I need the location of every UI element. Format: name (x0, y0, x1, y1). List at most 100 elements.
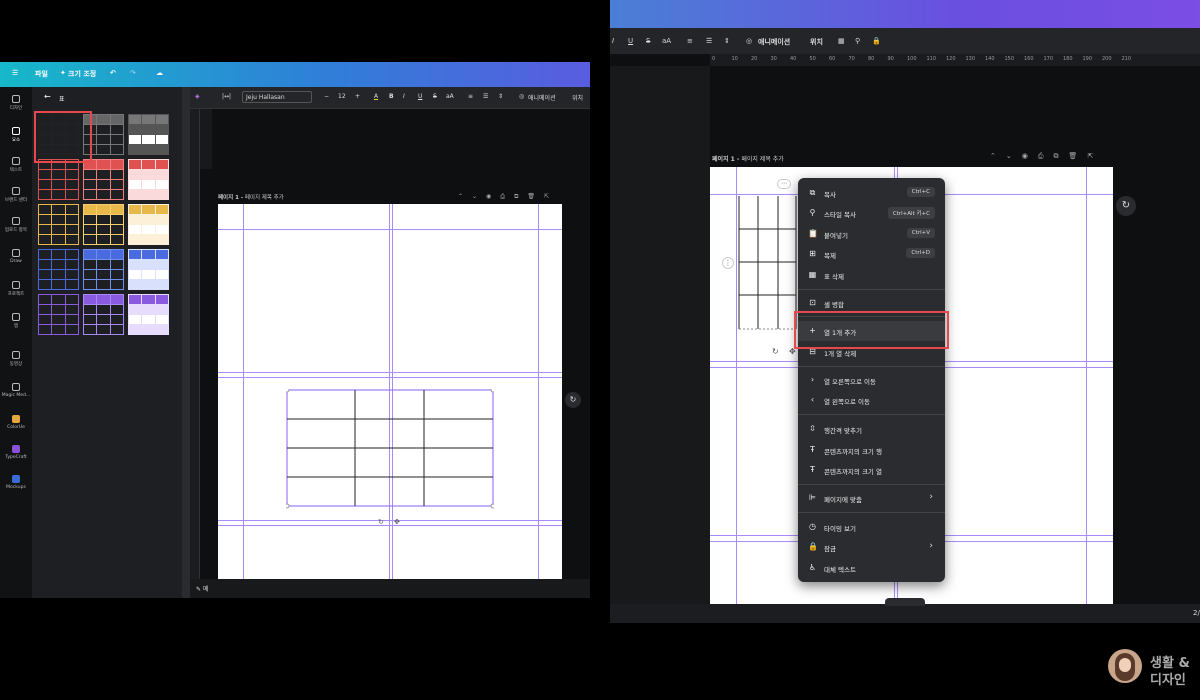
rail-elements[interactable]: 요소 (0, 127, 32, 143)
menu-delete-table[interactable]: ▦ 표 삭제 (798, 265, 945, 285)
file-menu[interactable]: 파일 (35, 69, 48, 79)
resize-icon[interactable]: ✦ (60, 69, 66, 77)
rail-video[interactable]: 동영상 (0, 351, 32, 367)
table-cell (129, 190, 142, 199)
rail-magic-media[interactable]: Magic Med... (0, 383, 32, 398)
table-style-thumbnail[interactable] (128, 114, 169, 155)
font-size-increase[interactable]: + (355, 93, 360, 100)
rail-apps[interactable]: 앱 (0, 313, 32, 329)
table-style-thumbnail[interactable] (38, 159, 79, 200)
font-size-value[interactable]: 12 (338, 93, 346, 100)
menu-copy[interactable]: ⧉ 복사 Ctrl+C (798, 183, 945, 203)
italic-icon[interactable]: I (403, 93, 405, 100)
position-button[interactable]: 위치 (572, 93, 583, 102)
expand-handle[interactable] (885, 598, 925, 606)
menu-timing[interactable]: ◷ 타이밍 보기 (798, 517, 945, 537)
design-page-left[interactable]: ↻ ✥ (218, 204, 562, 579)
menu-duplicate[interactable]: ⊞ 복제 Ctrl+D (798, 244, 945, 264)
table-style-thumbnail[interactable] (128, 294, 169, 335)
align-icon[interactable]: ≡ (687, 37, 693, 45)
menu-merge-cells[interactable]: ⊡ 셀 병합 (798, 293, 945, 313)
underline-icon[interactable]: U (418, 93, 422, 100)
page-title-input[interactable]: 페이지 제목 추가 (245, 195, 284, 201)
table-cell (96, 169, 111, 180)
strikethrough-icon[interactable]: S (646, 37, 650, 45)
animation-button[interactable]: 애니메이션 (528, 93, 556, 102)
back-arrow-icon[interactable]: ← (44, 92, 51, 101)
table-style-thumbnail[interactable] (38, 249, 79, 290)
rail-colorue[interactable]: ColorUe (0, 415, 32, 430)
table-style-thumbnail[interactable] (128, 204, 169, 245)
row-options-icon[interactable]: ⋮ (722, 257, 734, 269)
table-style-thumbnail[interactable] (128, 159, 169, 200)
copy-style-icon[interactable]: ⚲ (855, 37, 860, 45)
table-style-thumbnail[interactable] (38, 294, 79, 335)
rail-text[interactable]: 텍스트 (0, 157, 32, 173)
table-element-right[interactable] (738, 195, 798, 331)
resize-menu[interactable]: 크기 조정 (68, 69, 96, 79)
menu-fit-rows[interactable]: ⇳ 행간격 맞추기 (798, 419, 945, 439)
menu-fit-page[interactable]: ⊫ 페이지에 맞춤 › (798, 488, 945, 508)
table-style-thumbnail[interactable] (82, 204, 125, 245)
page-actions[interactable]: ⌃⌄◉⎙⧉🗑⇱ (458, 193, 558, 201)
align-icon[interactable]: ≡ (468, 93, 473, 100)
position-button[interactable]: 위치 (810, 37, 823, 47)
underline-icon[interactable]: U (628, 37, 633, 45)
table-cell (155, 190, 168, 199)
case-icon[interactable]: aA (662, 37, 671, 45)
page-title-input[interactable]: 페이지 제목 추가 (741, 156, 783, 163)
table-style-thumbnail[interactable] (82, 159, 125, 200)
line-spacing-icon[interactable]: ⇕ (498, 93, 503, 100)
menu-move-left[interactable]: ‹ 열 왼쪽으로 이동 (798, 390, 945, 410)
menu-content-rows[interactable]: Ŧ 콘텐츠까지의 크기 행 (798, 440, 945, 460)
font-select[interactable]: Jeju Hallasan (242, 91, 312, 103)
line-spacing-icon[interactable]: ⇕ (724, 37, 730, 45)
menu-move-right[interactable]: › 열 오른쪽으로 이동 (798, 370, 945, 390)
list-icon[interactable]: ☰ (483, 93, 488, 100)
table-style-thumbnail[interactable] (82, 249, 125, 290)
bold-icon[interactable]: B (389, 93, 394, 100)
refresh-icon[interactable]: ↻ (565, 392, 581, 408)
undo-icon[interactable]: ↶ (110, 69, 116, 77)
animation-icon[interactable]: ◎ (746, 37, 752, 45)
rail-uploads[interactable]: 업로드 항목 (0, 217, 32, 233)
rotate-icon[interactable]: ↻ (772, 347, 779, 356)
page-actions[interactable]: ⌃⌄◉⎙⧉🗑⇱ (990, 152, 1103, 161)
rail-projects[interactable]: 프로젝트 (0, 281, 32, 297)
strikethrough-icon[interactable]: S (433, 93, 437, 100)
panel-scrollbar[interactable] (182, 87, 190, 598)
redo-icon[interactable]: ↷ (130, 69, 136, 77)
column-options-icon[interactable]: ⋯ (777, 179, 791, 189)
table-style-thumbnail[interactable] (82, 294, 125, 335)
menu-lock[interactable]: 🔒 잠금 › (798, 537, 945, 557)
table-element-left[interactable] (286, 389, 494, 509)
rail-design[interactable]: 디자인 (0, 95, 32, 111)
move-icon[interactable]: ✥ (394, 518, 400, 526)
menu-alt-text[interactable]: ♿ 대체 텍스트 (798, 558, 945, 578)
case-icon[interactable]: aA (446, 93, 454, 100)
refresh-icon[interactable]: ↻ (1116, 196, 1136, 216)
animation-icon[interactable]: ◎ (519, 93, 524, 100)
lock-icon[interactable]: 🔒 (872, 37, 881, 45)
font-size-decrease[interactable]: − (324, 93, 329, 100)
menu-icon[interactable]: ☰ (12, 69, 18, 77)
menu-paste[interactable]: 📋 붙여넣기 Ctrl+V (798, 224, 945, 244)
table-style-thumbnail[interactable] (128, 249, 169, 290)
menu-content-cols[interactable]: Ŧ 콘텐츠까지의 크기 열 (798, 460, 945, 480)
menu-style-copy[interactable]: ⚲ 스타일 복사 Ctrl+Alt 키+C (798, 203, 945, 223)
rail-mockups[interactable]: Mockups (0, 475, 32, 490)
rail-typecraft[interactable]: TypeCraft (0, 445, 32, 460)
rail-draw[interactable]: Draw (0, 249, 32, 264)
animation-button[interactable]: 애니메이션 (758, 37, 790, 47)
transparency-icon[interactable]: ▦ (838, 37, 845, 45)
table-style-thumbnail[interactable] (38, 204, 79, 245)
rotate-icon[interactable]: ↻ (378, 518, 384, 526)
color-palette-icon[interactable]: ◈ (195, 93, 200, 100)
rail-brand[interactable]: 브랜드 센터 (0, 187, 32, 203)
spacing-icon[interactable]: |↔| (222, 93, 231, 100)
text-color-icon[interactable]: A (374, 93, 378, 100)
italic-icon[interactable]: I (612, 37, 614, 45)
cloud-save-icon[interactable]: ☁ (156, 69, 163, 77)
list-icon[interactable]: ☰ (706, 37, 712, 45)
notes-button[interactable]: ✎ 메 (196, 584, 208, 593)
